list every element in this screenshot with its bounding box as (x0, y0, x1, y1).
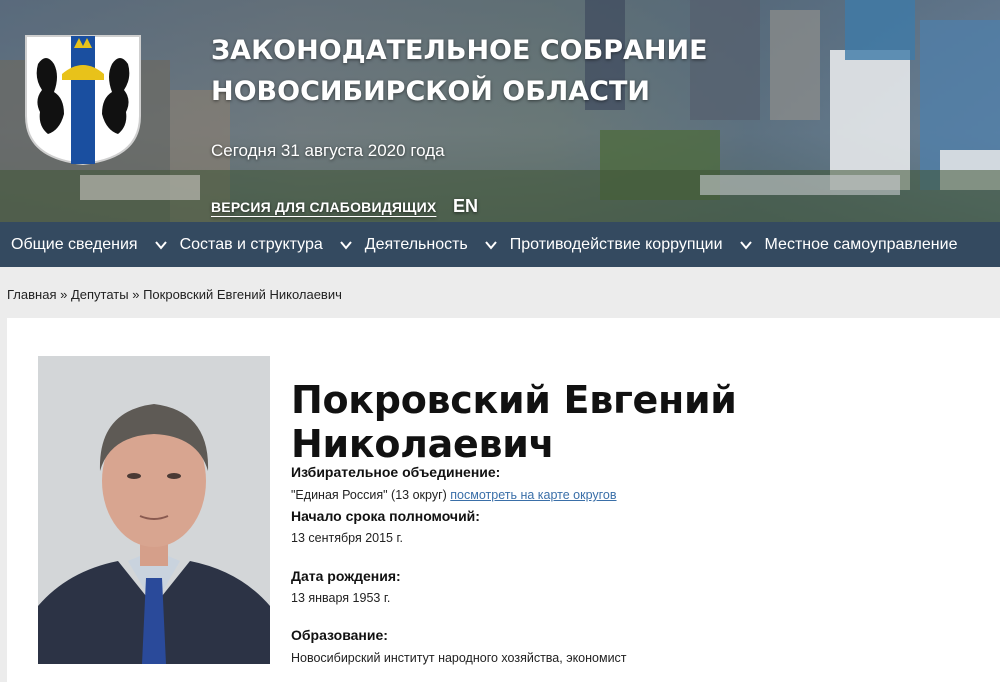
breadcrumb-current: Покровский Евгений Николаевич (143, 287, 342, 302)
nav-item-anti-corruption[interactable]: Противодействие коррупции (498, 222, 753, 267)
party-label: Избирательное объединение: (291, 464, 501, 480)
language-switch-en[interactable]: EN (453, 196, 478, 217)
nav-item-label: Местное самоуправление (764, 235, 958, 253)
nav-item-activity[interactable]: Деятельность (353, 222, 498, 267)
nav-item-label: Состав и структура (179, 235, 323, 253)
deputy-profile-card: Покровский Евгений Николаевич Избиратель… (7, 318, 1000, 682)
district-map-link[interactable]: посмотреть на карте округов (450, 488, 616, 502)
chevron-down-icon (154, 240, 167, 250)
party-value-text: "Единая Россия" (13 округ) (291, 488, 447, 502)
birth-date-value: 13 января 1953 г. (291, 591, 391, 605)
chevron-down-icon (484, 240, 497, 250)
nav-item-general-info[interactable]: Общие сведения (0, 222, 168, 267)
chevron-down-icon (340, 240, 352, 250)
birth-date-label: Дата рождения: (291, 568, 401, 584)
chevron-down-icon (739, 240, 752, 250)
nav-item-label: Деятельность (364, 235, 468, 253)
term-start-value: 13 сентября 2015 г. (291, 531, 403, 545)
organization-title-line2: НОВОСИБИРСКОЙ ОБЛАСТИ (211, 76, 650, 107)
main-navigation: Общие сведения Состав и структура Деятел… (0, 222, 1000, 267)
coat-of-arms-logo (25, 35, 141, 166)
nav-item-label: Противодействие коррупции (509, 235, 723, 253)
deputy-name-heading: Покровский Евгений Николаевич (291, 378, 737, 466)
nav-item-composition[interactable]: Состав и структура (168, 222, 353, 267)
breadcrumb-separator: » (132, 287, 140, 302)
accessibility-version-link[interactable]: ВЕРСИЯ ДЛЯ СЛАБОВИДЯЩИХ (211, 199, 436, 215)
nav-item-local-government[interactable]: Местное самоуправление (753, 222, 958, 267)
deputy-photo (38, 356, 270, 664)
education-label: Образование: (291, 627, 388, 643)
breadcrumb: Главная » Депутаты » Покровский Евгений … (7, 287, 342, 302)
site-header: ЗАКОНОДАТЕЛЬНОЕ СОБРАНИЕ НОВОСИБИРСКОЙ О… (0, 0, 1000, 222)
nav-item-label: Общие сведения (11, 235, 138, 253)
breadcrumb-separator: » (60, 287, 68, 302)
organization-title: ЗАКОНОДАТЕЛЬНОЕ СОБРАНИЕ НОВОСИБИРСКОЙ О… (211, 30, 708, 112)
breadcrumb-home-link[interactable]: Главная (7, 287, 56, 302)
term-start-label: Начало срока полномочий: (291, 508, 480, 524)
party-value: "Единая Россия" (13 округ) посмотреть на… (291, 488, 617, 502)
current-date: Сегодня 31 августа 2020 года (211, 141, 445, 160)
education-value: Новосибирский институт народного хозяйст… (291, 651, 627, 665)
organization-title-line1: ЗАКОНОДАТЕЛЬНОЕ СОБРАНИЕ (211, 35, 708, 66)
breadcrumb-deputies-link[interactable]: Депутаты (71, 287, 129, 302)
